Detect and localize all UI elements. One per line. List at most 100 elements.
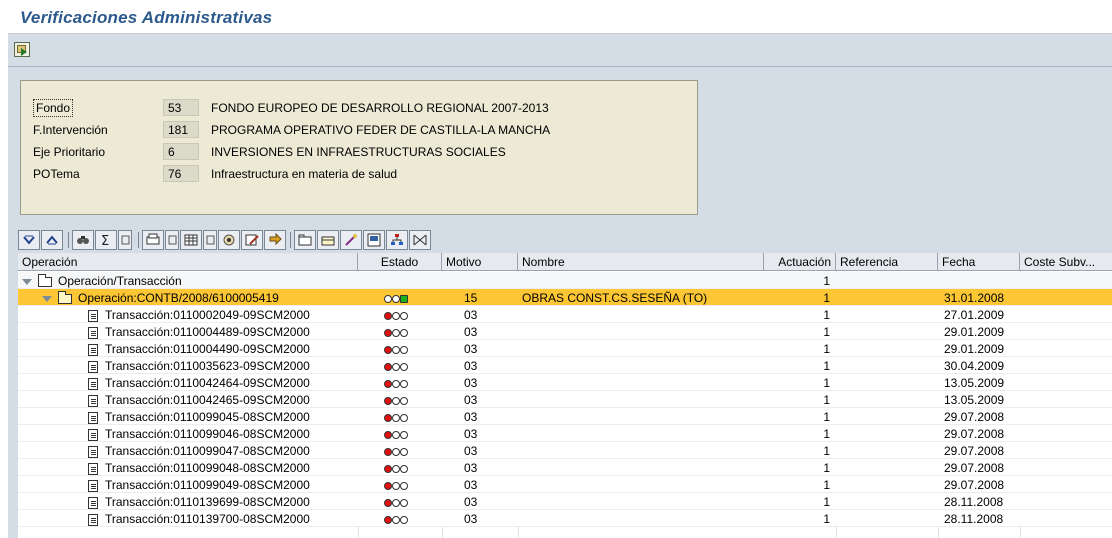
- cell-actuacion: 1: [823, 512, 830, 526]
- transaction-row[interactable]: Transacción:0110004490-09SCM2000 03 1 29.01…: [18, 340, 1112, 357]
- cell-fecha: 28.11.2008: [944, 512, 1004, 526]
- expand-toggle-icon[interactable]: [42, 295, 52, 302]
- cell-fecha: 30.04.2009: [944, 359, 1005, 373]
- operation-row[interactable]: Operación:CONTB/2008/6100005419 15 OBRAS…: [18, 289, 1112, 306]
- wand-icon[interactable]: [340, 230, 362, 250]
- light-off-icon: [400, 413, 408, 422]
- cell-actuacion: 1: [823, 410, 830, 424]
- grid-header: Operación Estado Motivo Nombre Actuación…: [18, 253, 1112, 271]
- transaction-row[interactable]: Transacción:0110099049-08SCM2000 03 1 29.07…: [18, 476, 1112, 493]
- cell-actuacion: 1: [823, 274, 830, 288]
- sum-dropdown-icon[interactable]: [118, 230, 132, 250]
- tree-grid: Operación Estado Motivo Nombre Actuación…: [18, 253, 1112, 538]
- light-off-icon: [392, 481, 400, 490]
- red-light-icon: [384, 413, 392, 422]
- col-header-referencia[interactable]: Referencia: [836, 253, 938, 271]
- document-icon: [88, 428, 98, 441]
- col-header-motivo[interactable]: Motivo: [442, 253, 518, 271]
- cell-motivo: 03: [464, 376, 478, 390]
- light-off-icon: [392, 447, 400, 456]
- view-icon[interactable]: [218, 230, 240, 250]
- light-off-icon: [392, 345, 400, 354]
- info-text: FONDO EUROPEO DE DESARROLLO REGIONAL 200…: [211, 101, 549, 115]
- edit-icon[interactable]: [241, 230, 263, 250]
- open-folder-icon[interactable]: [317, 230, 339, 250]
- light-off-icon: [392, 464, 400, 473]
- transaction-row[interactable]: Transacción:0110042465-09SCM2000 03 1 13.05…: [18, 391, 1112, 408]
- cell-motivo: 03: [464, 495, 478, 509]
- document-icon: [88, 462, 98, 475]
- col-header-operacion[interactable]: Operación: [18, 253, 358, 271]
- light-off-icon: [400, 515, 408, 524]
- light-off-icon: [400, 311, 408, 320]
- cell-fecha: 29.07.2008: [944, 444, 1005, 458]
- cell-motivo: 03: [464, 393, 478, 407]
- cell-actuacion: 1: [823, 291, 830, 305]
- transaction-row[interactable]: Transacción:0110139699-08SCM2000 03 1 28.11…: [18, 493, 1112, 510]
- expand-all-icon[interactable]: [18, 230, 40, 250]
- status-lights: [358, 510, 442, 527]
- col-header-nombre[interactable]: Nombre: [518, 253, 764, 271]
- cell-actuacion: 1: [823, 325, 830, 339]
- red-light-icon: [384, 328, 392, 337]
- transaction-row[interactable]: Transacción:0110004489-09SCM2000 03 1 29.01…: [18, 323, 1112, 340]
- document-icon: [88, 377, 98, 390]
- filter-icon[interactable]: [409, 230, 431, 250]
- col-header-estado[interactable]: Estado: [358, 253, 442, 271]
- light-off-icon: [400, 396, 408, 405]
- status-lights: [358, 391, 442, 408]
- cell-motivo: 03: [464, 461, 478, 475]
- col-header-fecha[interactable]: Fecha: [938, 253, 1020, 271]
- light-off-icon: [400, 328, 408, 337]
- hierarchy-icon[interactable]: [386, 230, 408, 250]
- transaction-row[interactable]: Transacción:0110035623-09SCM2000 03 1 30.04…: [18, 357, 1112, 374]
- status-lights: [358, 306, 442, 323]
- cell-nombre: OBRAS CONST.CS.SESEÑA (TO): [522, 291, 708, 305]
- execute-icon[interactable]: [14, 42, 30, 57]
- layout-dropdown-icon[interactable]: [203, 230, 217, 250]
- folder-icon[interactable]: [294, 230, 316, 250]
- cell-fecha: 13.05.2009: [944, 393, 1005, 407]
- tree-root-row[interactable]: Operación/Transacción 1: [18, 272, 1112, 289]
- transaction-row[interactable]: Transacción:0110139700-08SCM2000 03 1 28.11…: [18, 510, 1112, 527]
- find-icon[interactable]: [72, 230, 94, 250]
- folder-icon: [38, 273, 52, 287]
- row-label: Transacción:0110099048-08SCM2000: [105, 461, 310, 475]
- expand-toggle-icon[interactable]: [22, 278, 32, 285]
- cell-motivo: 03: [464, 512, 478, 526]
- light-off-icon: [392, 362, 400, 371]
- col-header-actuacion[interactable]: Actuación: [764, 253, 836, 271]
- info-label: F.Intervención: [33, 123, 108, 137]
- info-number: 181: [163, 121, 199, 138]
- transaction-row[interactable]: Transacción:0110099046-08SCM2000 03 1 29.07…: [18, 425, 1112, 442]
- window-icon[interactable]: [363, 230, 385, 250]
- light-off-icon: [392, 396, 400, 405]
- collapse-all-icon[interactable]: [41, 230, 63, 250]
- light-off-icon: [392, 379, 400, 388]
- cell-fecha: 29.07.2008: [944, 478, 1005, 492]
- col-header-coste[interactable]: Coste Subv...: [1020, 253, 1112, 271]
- export-icon[interactable]: [264, 230, 286, 250]
- print-icon[interactable]: [142, 230, 164, 250]
- layout-icon[interactable]: [180, 230, 202, 250]
- sum-icon[interactable]: Σ: [95, 230, 117, 250]
- transaction-row[interactable]: Transacción:0110002049-09SCM2000 03 1 27.01…: [18, 306, 1112, 323]
- cell-motivo: 03: [464, 444, 478, 458]
- print-dropdown-icon[interactable]: [165, 230, 179, 250]
- cell-actuacion: 1: [823, 376, 830, 390]
- info-label: Eje Prioritario: [33, 145, 106, 159]
- light-off-icon: [400, 498, 408, 507]
- row-label: Operación/Transacción: [58, 274, 182, 288]
- status-lights: [358, 476, 442, 493]
- status-lights: [358, 442, 442, 459]
- transaction-row[interactable]: Transacción:0110042464-09SCM2000 03 1 13.05…: [18, 374, 1112, 391]
- info-number: 53: [163, 99, 199, 116]
- row-label: Transacción:0110004490-09SCM2000: [105, 342, 310, 356]
- transaction-row[interactable]: Transacción:0110099047-08SCM2000 03 1 29.07…: [18, 442, 1112, 459]
- red-light-icon: [384, 481, 392, 490]
- transaction-row[interactable]: Transacción:0110099048-08SCM2000 03 1 29.07…: [18, 459, 1112, 476]
- transaction-row[interactable]: Transacción:0110099045-08SCM2000 03 1 29.07…: [18, 408, 1112, 425]
- row-label: Transacción:0110002049-09SCM2000: [105, 308, 310, 322]
- red-light-icon: [384, 379, 392, 388]
- red-light-icon: [384, 430, 392, 439]
